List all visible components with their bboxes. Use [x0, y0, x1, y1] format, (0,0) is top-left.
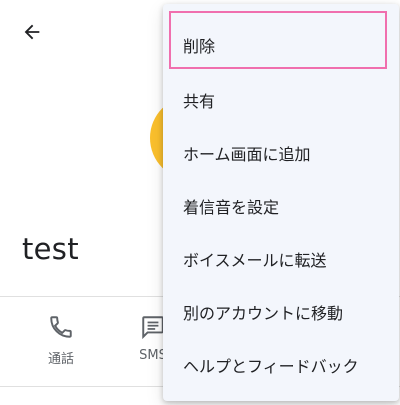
- menu-item-move-account[interactable]: 別のアカウントに移動: [163, 285, 399, 338]
- menu-item-set-ringtone[interactable]: 着信音を設定: [163, 179, 399, 232]
- back-button[interactable]: [14, 14, 50, 50]
- menu-item-delete[interactable]: 削除: [163, 18, 399, 71]
- menu-item-help-feedback[interactable]: ヘルプとフィードバック: [163, 338, 399, 391]
- overflow-menu: 削除 共有 ホーム画面に追加 着信音を設定 ボイスメールに転送 別のアカウントに…: [163, 4, 399, 401]
- call-label: 通話: [47, 352, 74, 367]
- contact-name: test: [22, 232, 79, 266]
- menu-item-share[interactable]: 共有: [163, 73, 399, 126]
- phone-icon: [50, 316, 72, 338]
- call-button[interactable]: 通話: [23, 297, 99, 385]
- menu-item-route-to-voicemail[interactable]: ボイスメールに転送: [163, 232, 399, 285]
- menu-item-add-to-home[interactable]: ホーム画面に追加: [163, 126, 399, 179]
- arrow-back-icon: [24, 24, 40, 40]
